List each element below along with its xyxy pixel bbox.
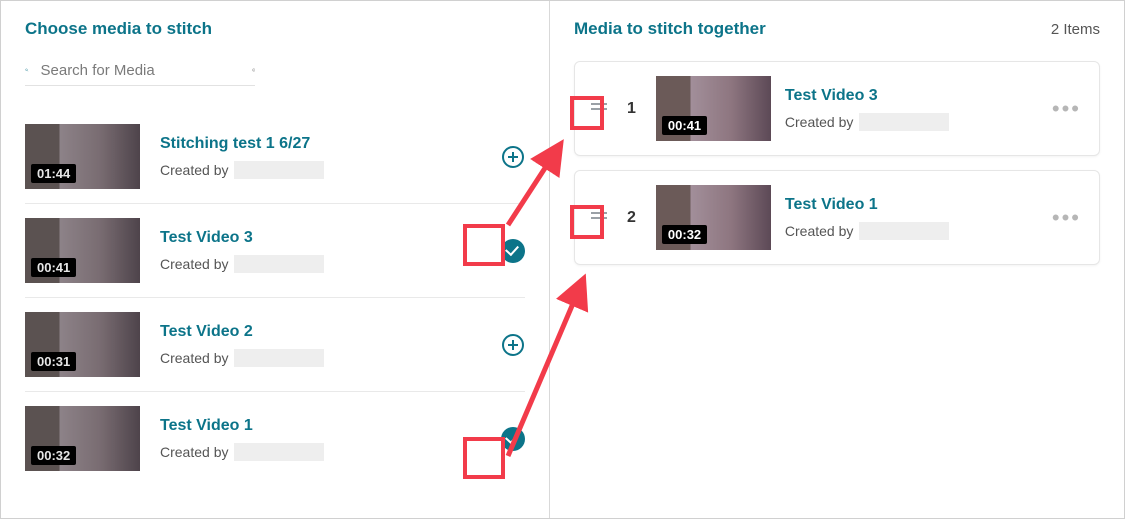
annotation-arrow bbox=[0, 0, 1125, 519]
